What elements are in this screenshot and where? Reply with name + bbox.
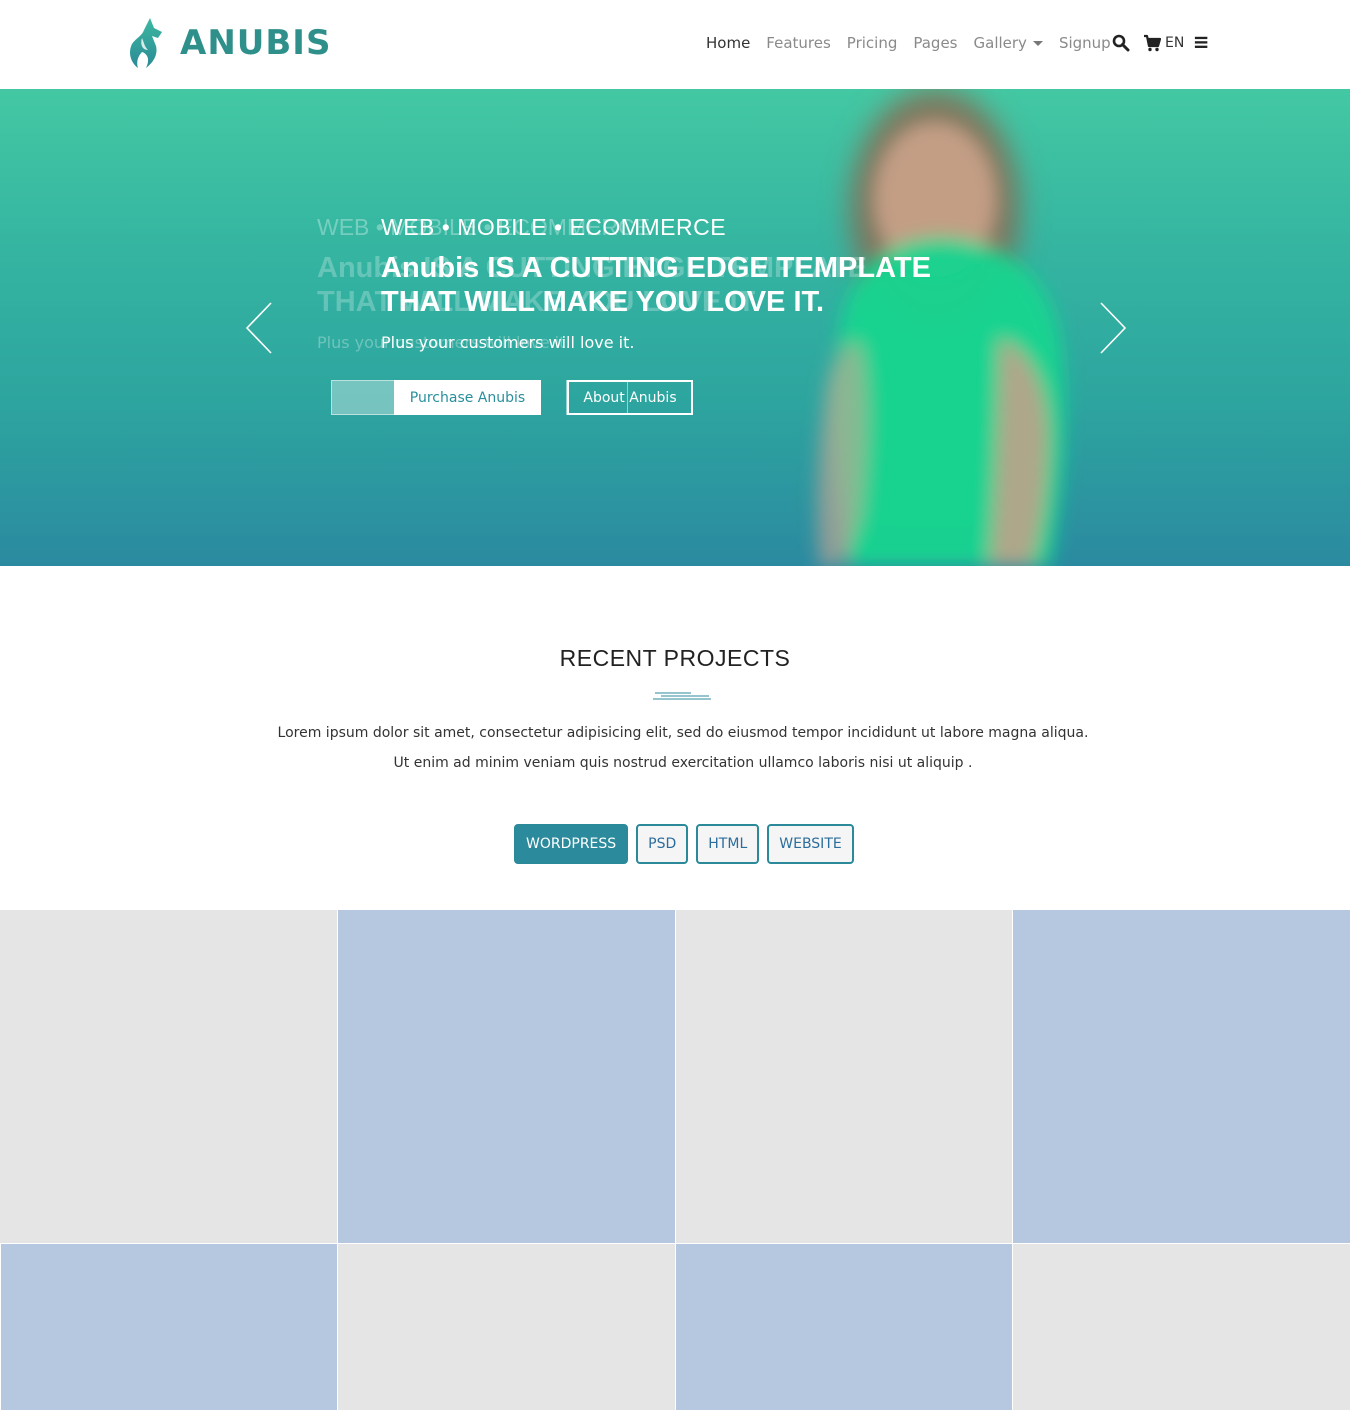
logo[interactable]: ANUBIS <box>128 16 331 70</box>
nav-gallery[interactable]: Gallery <box>974 34 1043 52</box>
nav-pages[interactable]: Pages <box>913 34 957 52</box>
cart-icon[interactable] <box>1143 34 1161 52</box>
project-tile[interactable] <box>676 1244 1012 1410</box>
hero-background-image <box>817 89 1065 566</box>
chevron-right-icon[interactable] <box>1098 301 1128 355</box>
hero-subtitle: WEB • MOBILE • ECOMMERCE <box>381 214 727 240</box>
project-gallery <box>0 910 1350 1410</box>
project-tile[interactable] <box>338 910 675 1243</box>
section-divider <box>653 692 711 700</box>
hero-title: Anubis IS A CUTTING EDGE TEMPLATE THAT W… <box>381 251 931 319</box>
chevron-left-icon[interactable] <box>244 301 274 355</box>
hero-text: Plus your customers will love it. <box>381 333 635 352</box>
nav-pricing[interactable]: Pricing <box>847 34 898 52</box>
site-header: ANUBIS Home Features Pricing Pages Galle… <box>0 0 1350 89</box>
main-nav: Home Features Pricing Pages Gallery Sign… <box>706 30 1127 56</box>
section-title: RECENT PROJECTS <box>559 645 791 671</box>
about-button[interactable]: About Anubis <box>567 380 693 415</box>
hero-title-line1: Anubis IS A CUTTING EDGE TEMPLATE <box>381 252 931 284</box>
project-filters: WORDPRESS PSD HTML WEBSITE <box>514 824 862 864</box>
menu-icon[interactable] <box>1194 35 1210 51</box>
brand-name: ANUBIS <box>180 23 332 63</box>
section-description-line2: Ut enim ad minim veniam quis nostrud exe… <box>393 755 973 771</box>
filter-wordpress[interactable]: WORDPRESS <box>514 824 629 864</box>
project-tile[interactable] <box>338 1244 675 1410</box>
nav-features[interactable]: Features <box>766 34 831 52</box>
nav-gallery-label: Gallery <box>973 34 1027 52</box>
nav-icons: EN <box>1112 34 1223 52</box>
section-description-line1: Lorem ipsum dolor sit amet, consectetur … <box>277 725 1089 741</box>
chevron-down-icon <box>1032 41 1043 46</box>
project-tile[interactable] <box>1 1244 337 1410</box>
filter-website[interactable]: WEBSITE <box>767 824 854 864</box>
project-tile[interactable] <box>1013 1244 1350 1410</box>
filter-psd[interactable]: PSD <box>636 824 689 864</box>
project-tile[interactable] <box>676 910 1012 1243</box>
hero-slider: WEB • MOBILE • ECOMMERCE Anubis IS A CUT… <box>0 89 1350 566</box>
anubis-logo-icon <box>130 18 162 68</box>
nav-signup[interactable]: Signup <box>1059 34 1111 52</box>
filter-html[interactable]: HTML <box>696 824 760 864</box>
search-icon[interactable] <box>1112 34 1130 52</box>
purchase-button[interactable]: Purchase Anubis <box>394 380 541 415</box>
hero-title-line2: THAT WILL MAKE YOU LOVE IT. <box>381 286 825 318</box>
project-tile[interactable] <box>1013 910 1350 1243</box>
section-description: Lorem ipsum dolor sit amet, consectetur … <box>0 718 1350 778</box>
nav-home[interactable]: Home <box>706 34 750 52</box>
project-tile[interactable] <box>0 910 337 1243</box>
language-selector[interactable]: EN <box>1165 35 1184 51</box>
